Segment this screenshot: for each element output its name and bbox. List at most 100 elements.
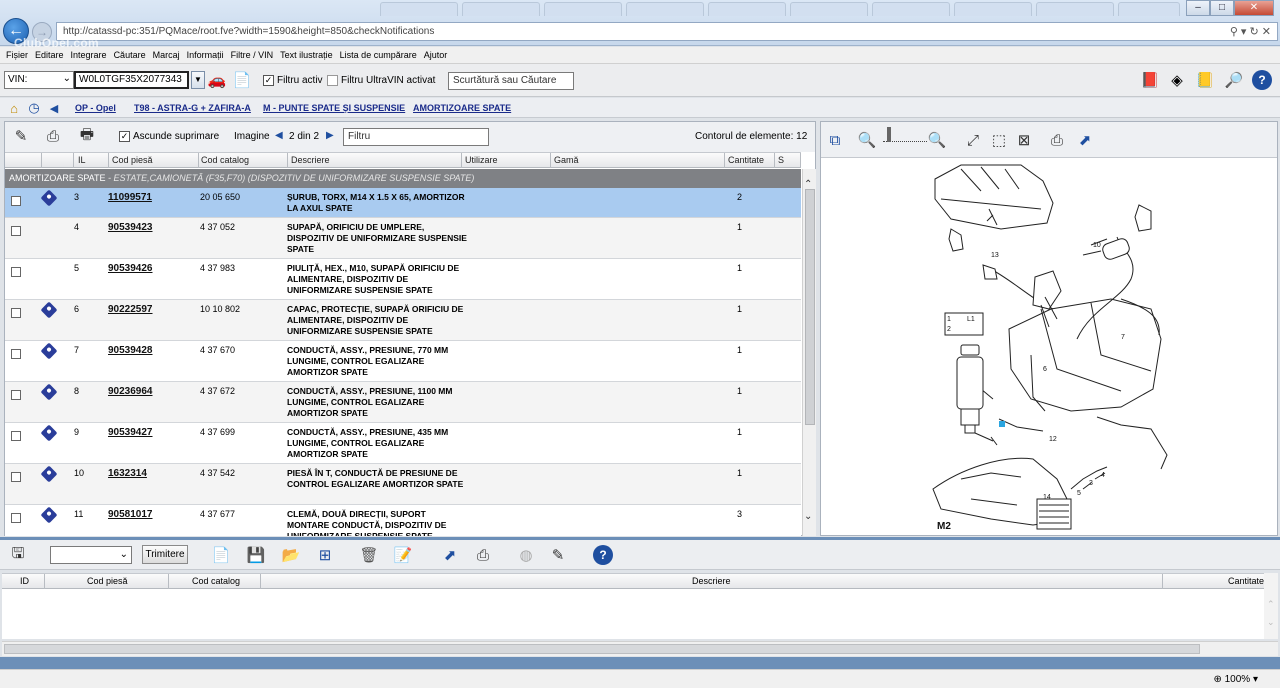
callout-6[interactable]: 6 — [1043, 366, 1047, 373]
table-row[interactable]: 3 11099571 20 05 650 ȘURUB, TORX, M14 X 1.5… — [5, 188, 801, 218]
callout-7[interactable]: 7 — [1121, 334, 1125, 341]
cart-col-description[interactable]: Descriere — [692, 576, 731, 586]
reset-view-icon[interactable]: ⊠ — [1014, 130, 1034, 150]
red-notebook-icon[interactable]: 📕 — [1140, 70, 1160, 90]
filter-input[interactable]: Filtru — [343, 128, 489, 146]
col-catalog-code[interactable]: Cod catalog — [201, 155, 249, 165]
history-icon[interactable]: ◷ — [24, 98, 44, 118]
camera-icon[interactable] — [40, 383, 58, 401]
menu-bookmark[interactable]: Marcaj — [151, 47, 185, 63]
filter-active-checkbox[interactable]: ✓ — [263, 75, 274, 86]
col-quantity[interactable]: Cantitate — [728, 155, 764, 165]
row-part-code[interactable]: 90539426 — [108, 263, 153, 274]
delete-icon[interactable]: 🗑 — [359, 545, 379, 565]
callout-4[interactable]: 4 — [1101, 472, 1105, 479]
car-green-icon[interactable]: 🚗 — [207, 70, 227, 90]
browser-tab[interactable] — [1036, 2, 1114, 16]
zoom-in-icon[interactable]: 🔍 — [927, 130, 947, 150]
cart-col-part-code[interactable]: Cod piesă — [87, 576, 128, 586]
print-illustration-icon[interactable]: ⎙ — [1047, 130, 1067, 150]
row-checkbox[interactable] — [11, 226, 21, 236]
menu-shopping-list[interactable]: Lista de cumpărare — [338, 47, 422, 63]
row-part-code[interactable]: 11099571 — [108, 192, 152, 203]
menu-file[interactable]: Fișier — [4, 47, 33, 63]
parts-diagram[interactable]: 13 10 7 6 12 14 4 5 3 L1 1 2 M2 — [821, 159, 1277, 535]
help-icon[interactable]: ? — [593, 545, 613, 565]
minimize-button[interactable]: – — [1186, 0, 1210, 16]
browser-tab[interactable] — [954, 2, 1032, 16]
table-row[interactable]: 5 90539426 4 37 983 PIULIȚĂ, HEX., M10, SUP… — [5, 259, 801, 300]
table-row[interactable]: 11 90581017 4 37 677 CLEMĂ, DOUĂ DIRECȚII, … — [5, 505, 801, 536]
callout-3[interactable]: 3 — [1089, 480, 1093, 487]
row-part-code[interactable]: 90539423 — [108, 222, 153, 233]
back-icon[interactable]: ◀ — [44, 98, 64, 118]
browser-tab[interactable] — [872, 2, 950, 16]
table-row[interactable]: 10 1632314 4 37 542 PIESĂ ÎN T, CONDUCTĂ DE… — [5, 464, 801, 505]
menu-illustration-text[interactable]: Text ilustrație — [278, 47, 338, 63]
help-icon[interactable]: ? — [1252, 70, 1272, 90]
table-row[interactable]: 9 90539427 4 37 699 CONDUCTĂ, ASSY., PRESIU… — [5, 423, 801, 464]
scroll-thumb[interactable] — [805, 189, 815, 425]
browser-tab[interactable] — [708, 2, 786, 16]
browser-tab[interactable] — [790, 2, 868, 16]
print-preview-icon[interactable]: 🖶 — [77, 126, 97, 146]
vin-dropdown-button[interactable]: ▼ — [191, 71, 205, 89]
hscroll-thumb[interactable] — [4, 644, 1200, 654]
catalog-icon[interactable]: 📒 — [1195, 70, 1215, 90]
callout-13[interactable]: 13 — [991, 252, 999, 259]
menu-help[interactable]: Ajutor — [422, 47, 453, 63]
table-row[interactable]: 7 90539428 4 37 670 CONDUCTĂ, ASSY., PRESIU… — [5, 341, 801, 382]
camera-icon[interactable] — [40, 342, 58, 360]
cart-col-catalog-code[interactable]: Cod catalog — [192, 576, 240, 586]
camera-icon[interactable] — [40, 301, 58, 319]
menu-filters-vin[interactable]: Filtre / VIN — [229, 47, 279, 63]
send-button[interactable]: Trimitere — [142, 545, 188, 564]
breadcrumb-section[interactable]: AMORTIZOARE SPATE — [413, 103, 511, 113]
row-checkbox[interactable] — [11, 196, 21, 206]
col-range[interactable]: Gamă — [554, 155, 579, 165]
horizontal-scrollbar[interactable] — [2, 641, 1278, 656]
next-image-icon[interactable]: ▶ — [326, 130, 334, 141]
row-checkbox[interactable] — [11, 267, 21, 277]
parts-list-scrollbar[interactable]: ⌃ ⌄ — [802, 169, 816, 536]
col-usage[interactable]: Utilizare — [465, 155, 498, 165]
row-part-code[interactable]: 90539427 — [108, 427, 153, 438]
col-s[interactable]: S — [778, 155, 784, 165]
vin-type-select[interactable]: VIN: ⌄ — [4, 71, 74, 89]
zoom-level[interactable]: ⊕ 100% ▾ — [1213, 674, 1258, 685]
row-part-code[interactable]: 90539428 — [108, 345, 153, 356]
browser-tab[interactable] — [1118, 2, 1180, 16]
fit-view-icon[interactable]: ⤢ — [963, 130, 983, 150]
edit-icon[interactable]: ✎ — [11, 126, 31, 146]
scroll-down-icon[interactable]: ⌄ — [804, 511, 812, 522]
search-book-icon[interactable]: 🔎 — [1224, 70, 1244, 90]
shortcut-search-input[interactable]: Scurtătură sau Căutare — [448, 72, 574, 90]
row-part-code[interactable]: 1632314 — [108, 468, 147, 479]
layers-icon[interactable]: ◈ — [1167, 70, 1187, 90]
zoom-slider-thumb[interactable] — [887, 127, 891, 142]
address-bar-icons[interactable]: ⚲ ▾ ↻ ✕ — [1230, 25, 1271, 38]
table-row[interactable]: 8 90236964 4 37 672 CONDUCTĂ, ASSY., PRESIU… — [5, 382, 801, 423]
browser-tab[interactable] — [462, 2, 540, 16]
callout-14[interactable]: 14 — [1043, 494, 1051, 501]
table-row[interactable]: 6 90222597 10 10 802 CAPAC, PROTECȚIE, SUPA… — [5, 300, 801, 341]
save-list-icon[interactable]: 🖫 — [8, 545, 28, 565]
row-checkbox[interactable] — [11, 513, 21, 523]
open-folder-icon[interactable]: 📂 — [281, 545, 301, 565]
scroll-up-icon[interactable]: ⌃ — [1267, 599, 1275, 610]
menu-information[interactable]: Informații — [185, 47, 229, 63]
document-icon[interactable]: 📄 — [232, 70, 252, 90]
table-row[interactable]: 4 90539423 4 37 052 SUPAPĂ, ORIFICIU DE UMP… — [5, 218, 801, 259]
callout-5[interactable]: 5 — [1077, 490, 1081, 497]
add-item-icon[interactable]: ⊞ — [315, 545, 335, 565]
zoom-out-icon[interactable]: 🔍 — [857, 130, 877, 150]
prev-image-icon[interactable]: ◀ — [275, 130, 283, 141]
row-part-code[interactable]: 90236964 — [108, 386, 153, 397]
export-list-icon[interactable]: ⬈ — [440, 545, 460, 565]
home-icon[interactable]: ⌂ — [4, 98, 24, 118]
menu-search[interactable]: Căutare — [112, 47, 151, 63]
camera-icon[interactable] — [40, 424, 58, 442]
print-icon[interactable]: ⎙ — [43, 126, 63, 146]
scroll-down-icon[interactable]: ⌄ — [1267, 617, 1275, 628]
camera-icon[interactable] — [40, 465, 58, 483]
